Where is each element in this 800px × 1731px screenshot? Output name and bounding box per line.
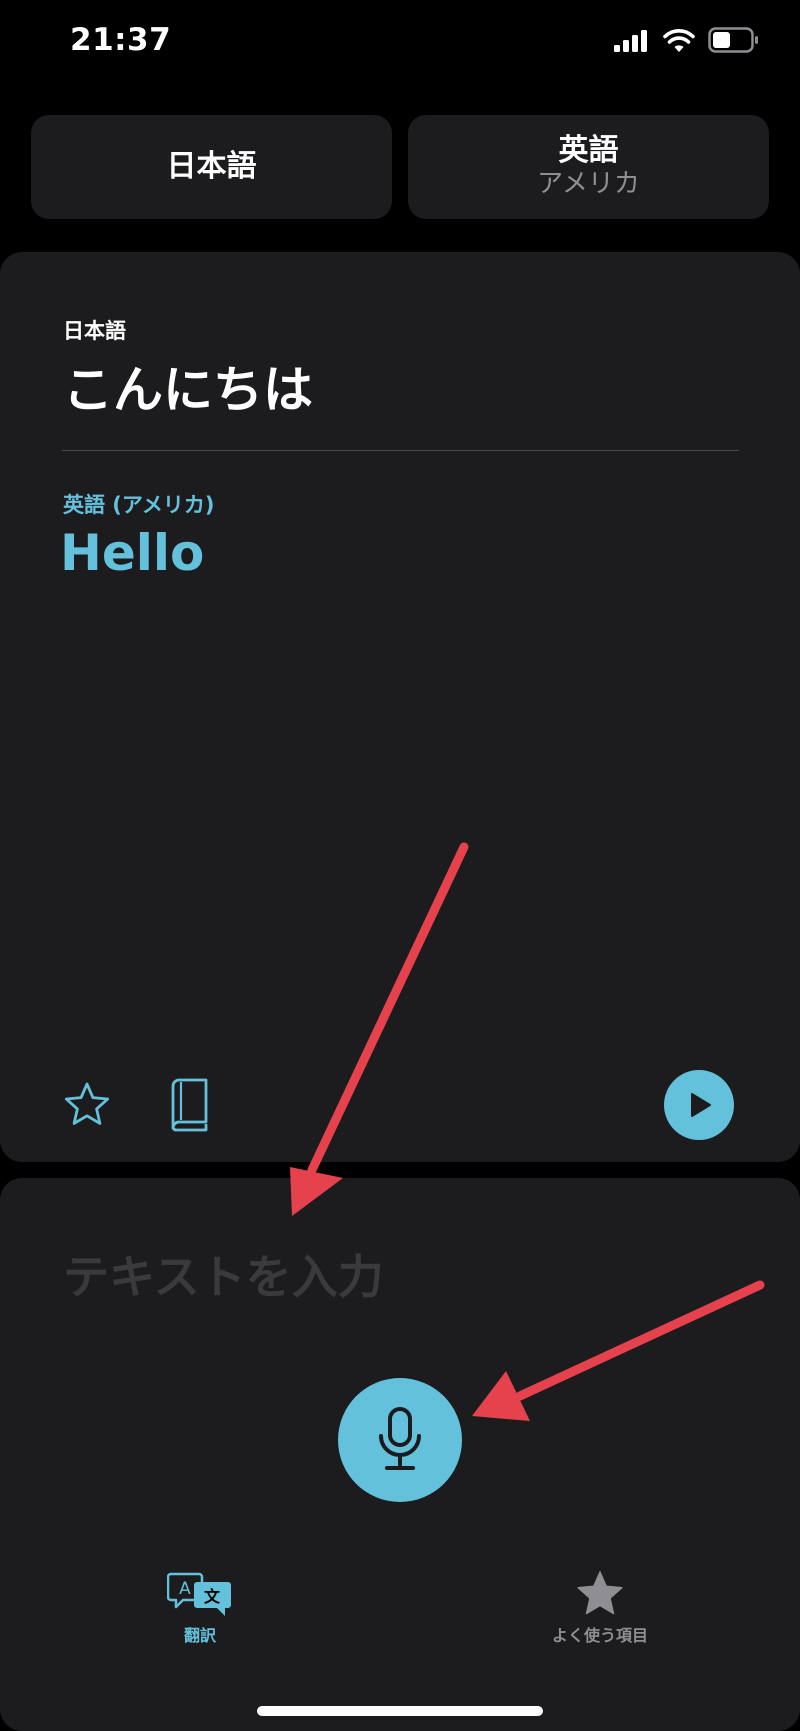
source-text[interactable]: こんにちは [63,350,313,422]
tab-bar: A 文 翻訳 よく使う項目 [0,1570,800,1680]
tab-favorites[interactable]: よく使う項目 [530,1570,670,1646]
text-input[interactable] [63,1242,733,1312]
status-bar: 21:37 [0,0,800,90]
tab-favorites-label: よく使う項目 [551,1626,648,1645]
target-language-name: 英語 [558,132,619,168]
status-time: 21:37 [70,22,172,58]
play-icon [691,1093,711,1117]
translated-text[interactable]: Hello [60,524,204,582]
home-indicator [257,1706,543,1716]
book-icon [171,1078,208,1132]
source-language-button[interactable]: 日本語 [31,115,392,219]
cellular-signal-icon [614,30,647,52]
svg-text:文: 文 [204,1587,221,1606]
target-language-button[interactable]: 英語 アメリカ [408,115,769,219]
divider [62,450,739,451]
source-language-name: 日本語 [166,148,257,184]
play-button[interactable] [664,1070,734,1140]
source-language-label: 日本語 [63,319,126,343]
star-icon [577,1571,623,1615]
tab-translate-label: 翻訳 [183,1626,216,1645]
svg-text:A: A [179,1579,191,1599]
wifi-icon [663,29,695,52]
star-outline-icon [64,1082,110,1125]
tab-translate[interactable]: A 文 翻訳 [150,1570,250,1646]
translate-icon: A 文 [167,1572,231,1616]
target-language-region: アメリカ [537,169,640,200]
target-language-label: 英語 (アメリカ) [63,493,215,517]
dictionary-button[interactable] [168,1078,212,1132]
translation-result-card: 日本語 こんにちは 英語 (アメリカ) Hello [0,252,800,1162]
favorite-button[interactable] [62,1080,112,1130]
battery-icon [708,27,758,53]
microphone-button[interactable] [338,1378,462,1502]
microphone-icon [379,1407,421,1470]
